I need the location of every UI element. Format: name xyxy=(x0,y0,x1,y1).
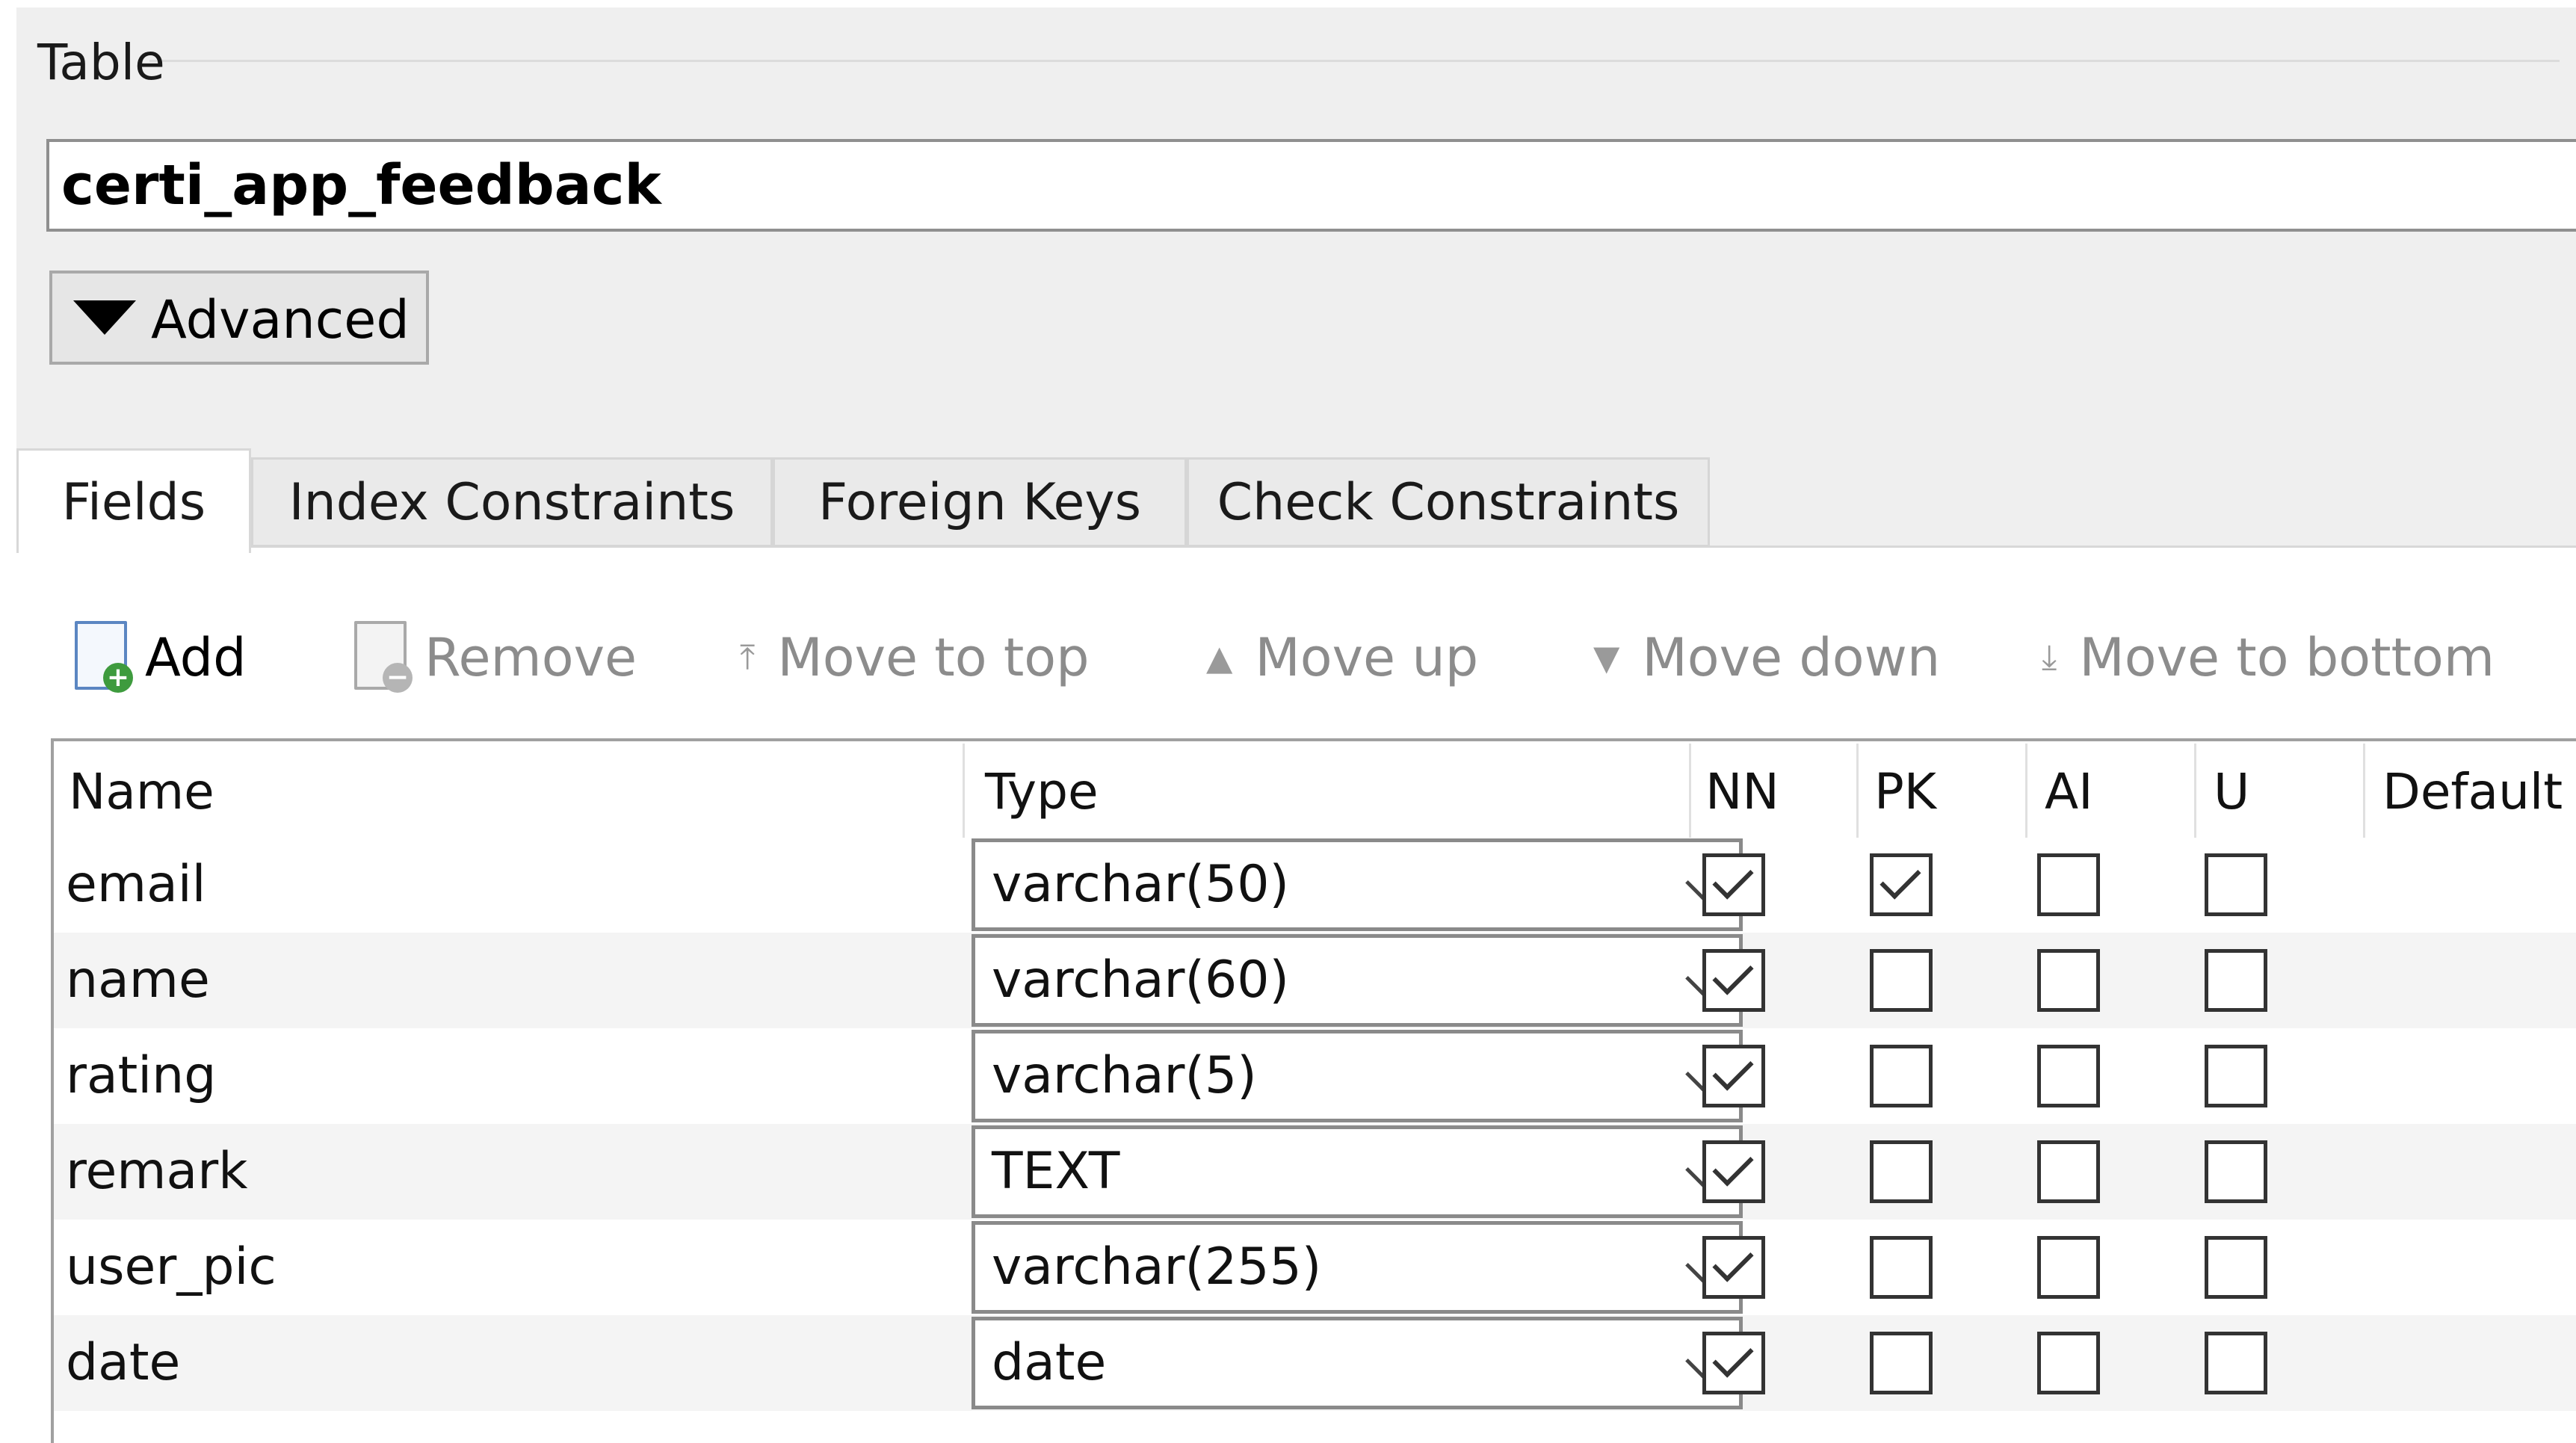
field-type-select[interactable]: varchar(5) xyxy=(972,1030,1743,1122)
column-header-nn[interactable]: NN xyxy=(1705,755,1779,829)
column-separator xyxy=(1689,744,1691,838)
ai-checkbox[interactable] xyxy=(2037,949,2100,1012)
arrow-up-icon: ▲ xyxy=(1206,637,1233,678)
field-name-cell[interactable]: name xyxy=(66,933,210,1028)
group-divider xyxy=(149,60,2560,62)
field-row[interactable]: email varchar(50) xyxy=(54,837,2576,933)
field-type-value: varchar(5) xyxy=(992,1046,1257,1105)
column-header-name[interactable]: Name xyxy=(69,755,214,829)
column-header-pk[interactable]: PK xyxy=(1874,755,1936,829)
u-checkbox[interactable] xyxy=(2205,1045,2267,1107)
pk-checkbox[interactable] xyxy=(1870,949,1933,1012)
triangle-down-icon xyxy=(73,300,136,335)
advanced-label: Advanced xyxy=(151,289,410,350)
u-checkbox[interactable] xyxy=(2205,853,2267,916)
table-editor: Table certi_app_feedback Advanced Fields… xyxy=(0,0,2576,1443)
field-row[interactable]: user_pic varchar(255) xyxy=(54,1220,2576,1315)
column-separator xyxy=(2025,744,2027,838)
nn-checkbox[interactable] xyxy=(1702,853,1765,916)
column-header-ai[interactable]: AI xyxy=(2045,755,2093,829)
move-to-bottom-icon: ⤓ xyxy=(2042,637,2057,677)
column-separator xyxy=(1856,744,1859,838)
pk-checkbox[interactable] xyxy=(1870,1332,1933,1394)
remove-label: Remove xyxy=(424,627,637,688)
move-to-top-icon: ⤒ xyxy=(740,637,756,677)
column-separator xyxy=(963,744,965,838)
field-type-select[interactable]: varchar(60) xyxy=(972,934,1743,1027)
remove-field-button[interactable]: − Remove xyxy=(351,613,637,702)
field-type-select[interactable]: varchar(255) xyxy=(972,1221,1743,1314)
field-row[interactable]: name varchar(60) xyxy=(54,933,2576,1028)
table-name-input[interactable]: certi_app_feedback xyxy=(46,139,2576,232)
tab-foreign-keys[interactable]: Foreign Keys xyxy=(773,457,1187,547)
u-checkbox[interactable] xyxy=(2205,1236,2267,1299)
nn-checkbox[interactable] xyxy=(1702,1332,1765,1394)
ai-checkbox[interactable] xyxy=(2037,1045,2100,1107)
u-checkbox[interactable] xyxy=(2205,1332,2267,1394)
tab-check-constraints[interactable]: Check Constraints xyxy=(1187,457,1710,547)
default-cell[interactable] xyxy=(2376,933,2576,1028)
field-type-value: varchar(50) xyxy=(992,855,1290,914)
column-header-type[interactable]: Type xyxy=(985,755,1099,829)
ai-checkbox[interactable] xyxy=(2037,1236,2100,1299)
field-name-cell[interactable]: email xyxy=(66,837,206,933)
move-up-label: Move up xyxy=(1255,627,1479,688)
ai-checkbox[interactable] xyxy=(2037,1140,2100,1203)
u-checkbox[interactable] xyxy=(2205,1140,2267,1203)
nn-checkbox[interactable] xyxy=(1702,949,1765,1012)
field-type-value: TEXT xyxy=(992,1142,1120,1201)
u-checkbox[interactable] xyxy=(2205,949,2267,1012)
default-cell[interactable] xyxy=(2376,1028,2576,1124)
group-title: Table xyxy=(37,34,165,91)
move-to-bottom-label: Move to bottom xyxy=(2079,627,2495,688)
field-type-value: date xyxy=(992,1333,1107,1392)
add-document-icon: + xyxy=(72,619,135,696)
move-to-top-button[interactable]: ⤒ Move to top xyxy=(740,613,1090,702)
field-name-cell[interactable]: remark xyxy=(66,1124,248,1220)
move-up-button[interactable]: ▲ Move up xyxy=(1206,613,1478,702)
column-header-u[interactable]: U xyxy=(2214,755,2249,829)
add-field-button[interactable]: + Add xyxy=(72,613,247,702)
pk-checkbox[interactable] xyxy=(1870,1140,1933,1203)
default-cell[interactable] xyxy=(2376,837,2576,933)
ai-checkbox[interactable] xyxy=(2037,1332,2100,1394)
ai-checkbox[interactable] xyxy=(2037,853,2100,916)
column-separator xyxy=(2194,744,2196,838)
field-name-cell[interactable]: user_pic xyxy=(66,1220,277,1315)
move-to-top-label: Move to top xyxy=(777,627,1090,688)
add-label: Add xyxy=(145,627,247,688)
move-to-bottom-button[interactable]: ⤓ Move to bottom xyxy=(2042,613,2495,702)
field-type-select[interactable]: varchar(50) xyxy=(972,838,1743,931)
tab-index-constraints[interactable]: Index Constraints xyxy=(251,457,773,547)
pk-checkbox[interactable] xyxy=(1870,1236,1933,1299)
field-type-select[interactable]: date xyxy=(972,1317,1743,1409)
field-type-value: varchar(255) xyxy=(992,1237,1322,1297)
nn-checkbox[interactable] xyxy=(1702,1236,1765,1299)
nn-checkbox[interactable] xyxy=(1702,1140,1765,1203)
move-down-label: Move down xyxy=(1642,627,1941,688)
field-row[interactable]: remark TEXT xyxy=(54,1124,2576,1220)
field-name-cell[interactable]: rating xyxy=(66,1028,216,1124)
pk-checkbox[interactable] xyxy=(1870,853,1933,916)
field-name-cell[interactable]: date xyxy=(66,1315,180,1411)
arrow-down-icon: ▼ xyxy=(1593,637,1620,678)
tab-fields[interactable]: Fields xyxy=(16,448,251,553)
field-type-value: varchar(60) xyxy=(992,951,1290,1010)
nn-checkbox[interactable] xyxy=(1702,1045,1765,1107)
remove-document-icon: − xyxy=(351,619,414,696)
pk-checkbox[interactable] xyxy=(1870,1045,1933,1107)
default-cell[interactable] xyxy=(2376,1315,2576,1411)
column-separator xyxy=(2363,744,2365,838)
move-down-button[interactable]: ▼ Move down xyxy=(1593,613,1940,702)
field-type-select[interactable]: TEXT xyxy=(972,1125,1743,1218)
column-header-default[interactable]: Default xyxy=(2382,755,2563,829)
field-row[interactable]: date date xyxy=(54,1315,2576,1411)
default-cell[interactable] xyxy=(2376,1124,2576,1220)
advanced-button[interactable]: Advanced xyxy=(49,271,429,365)
field-row[interactable]: rating varchar(5) xyxy=(54,1028,2576,1124)
default-cell[interactable] xyxy=(2376,1220,2576,1315)
